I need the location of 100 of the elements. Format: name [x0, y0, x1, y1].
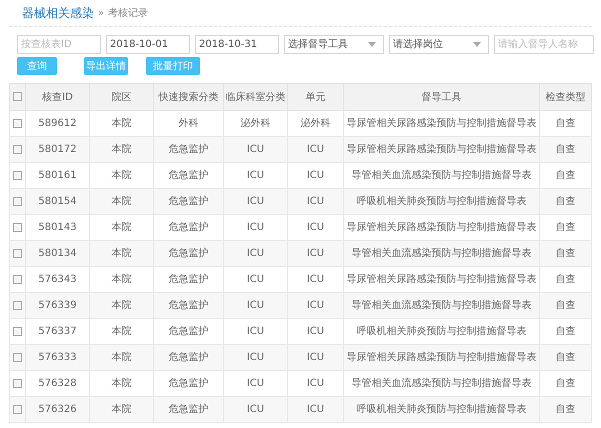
table-cell: 本院 — [112, 118, 132, 129]
table-cell: ICU — [306, 248, 324, 259]
table-cell: ICU — [306, 326, 324, 337]
dropdown[interactable]: 请选择岗位 — [389, 35, 489, 54]
table-cell: 导尿管相关尿路感染预防与控制措施督导表 — [346, 222, 536, 233]
table-cell: 自查 — [556, 118, 576, 129]
input-field[interactable]: 2018-10-31 — [195, 35, 279, 54]
column-header: 单元 — [306, 92, 326, 102]
table-cell: 本院 — [112, 196, 132, 207]
table-cell: 危急监护 — [168, 326, 208, 337]
table-cell: 导管相关血流感染预防与控制措施督导表 — [352, 378, 532, 389]
table-cell: 导管相关血流感染预防与控制措施督导表 — [352, 300, 532, 311]
table-cell: 本院 — [112, 248, 132, 259]
column-header: 临床科室分类 — [226, 92, 286, 102]
caret-icon — [368, 42, 376, 47]
table-cell: 本院 — [112, 144, 132, 155]
table-cell: ICU — [306, 222, 324, 233]
table-cell: 呼吸机相关肺炎预防与控制措施督导表 — [356, 196, 526, 207]
table-cell: 导尿管相关尿路感染预防与控制措施督导表 — [346, 144, 536, 155]
table-cell: 自查 — [556, 170, 576, 181]
checkbox[interactable] — [13, 144, 22, 154]
table-cell: ICU — [306, 170, 324, 181]
table-cell: 泌外科 — [300, 118, 330, 129]
checkbox[interactable] — [13, 300, 22, 310]
table-cell: 呼吸机相关肺炎预防与控制措施督导表 — [356, 404, 526, 415]
table-cell: 危急监护 — [168, 170, 208, 181]
page-title: 器械相关感染 — [22, 5, 94, 22]
table-cell: 自查 — [556, 274, 576, 285]
table-cell: 580143 — [38, 222, 77, 233]
table-cell: 576337 — [38, 326, 77, 337]
table-cell: 自查 — [556, 248, 576, 259]
checkbox[interactable] — [13, 352, 22, 362]
table-cell: ICU — [246, 300, 264, 311]
input-field[interactable]: 按查核表ID — [17, 35, 101, 54]
table-cell: ICU — [246, 170, 264, 181]
table-cell: 呼吸机相关肺炎预防与控制措施督导表 — [356, 326, 526, 337]
table-cell: 导尿管相关尿路感染预防与控制措施督导表 — [346, 274, 536, 285]
table-cell: 本院 — [112, 352, 132, 363]
table-cell: 导尿管相关尿路感染预防与控制措施督导表 — [346, 118, 536, 129]
table-cell: 危急监护 — [168, 196, 208, 207]
table-cell: ICU — [246, 404, 264, 415]
table-cell: 危急监护 — [168, 378, 208, 389]
checkbox[interactable] — [13, 92, 22, 102]
checkbox[interactable] — [13, 222, 22, 232]
column-header: 检查类型 — [546, 92, 586, 102]
table-cell: ICU — [306, 274, 324, 285]
checkbox[interactable] — [13, 248, 22, 258]
table-cell: ICU — [306, 404, 324, 415]
table-cell: 576328 — [38, 378, 77, 389]
table-cell: 576339 — [38, 300, 77, 311]
table-cell: 自查 — [556, 196, 576, 207]
table-cell: 自查 — [556, 352, 576, 363]
table-cell: 580134 — [38, 248, 77, 259]
table-cell: 自查 — [556, 144, 576, 155]
table-cell: ICU — [306, 378, 324, 389]
table-cell: ICU — [246, 378, 264, 389]
table-cell: 589612 — [38, 118, 77, 129]
checkbox[interactable] — [13, 274, 22, 284]
table-cell: ICU — [246, 274, 264, 285]
input-field[interactable]: 2018-10-01 — [106, 35, 190, 54]
table-cell: 危急监护 — [168, 300, 208, 311]
table-cell: ICU — [246, 222, 264, 233]
table-cell: 本院 — [112, 326, 132, 337]
table-cell: 导管相关血流感染预防与控制措施督导表 — [352, 248, 532, 259]
table-cell: 危急监护 — [168, 144, 208, 155]
table-cell: 580172 — [38, 144, 77, 155]
table-cell: 本院 — [112, 222, 132, 233]
table-cell: ICU — [246, 326, 264, 337]
table-cell: 本院 — [112, 404, 132, 415]
table-cell: 本院 — [112, 274, 132, 285]
checkbox[interactable] — [13, 196, 22, 206]
table-cell: 危急监护 — [168, 404, 208, 415]
breadcrumb-current: 考核记录 — [108, 6, 148, 20]
table-cell: 本院 — [112, 170, 132, 181]
column-header: 快速搜索分类 — [158, 92, 218, 102]
caret-icon — [473, 42, 481, 47]
table-cell: ICU — [246, 352, 264, 363]
column-header: 督导工具 — [422, 92, 462, 102]
dropdown[interactable]: 选择督导工具 — [284, 35, 384, 54]
table-cell: 危急监护 — [168, 248, 208, 259]
table-cell: 自查 — [556, 326, 576, 337]
table-cell: 576343 — [38, 274, 77, 285]
table-cell: ICU — [306, 300, 324, 311]
checkbox[interactable] — [13, 378, 22, 388]
checkbox[interactable] — [13, 404, 22, 414]
table-cell: ICU — [306, 144, 324, 155]
table-cell: 自查 — [556, 300, 576, 311]
input-field[interactable]: 请输入督导人名称 — [494, 35, 594, 54]
table-cell: 自查 — [556, 222, 576, 233]
checkbox[interactable] — [13, 326, 22, 336]
column-header: 核查ID — [42, 92, 73, 102]
checkbox[interactable] — [13, 170, 22, 180]
table-cell: 导尿管相关尿路感染预防与控制措施督导表 — [346, 352, 536, 363]
table-cell: ICU — [306, 196, 324, 207]
checkbox[interactable] — [13, 118, 22, 128]
table-cell: 泌外科 — [240, 118, 270, 129]
table-cell: 危急监护 — [168, 274, 208, 285]
table-cell: 576333 — [38, 352, 77, 363]
table-cell: 自查 — [556, 404, 576, 415]
table-cell: 危急监护 — [168, 222, 208, 233]
